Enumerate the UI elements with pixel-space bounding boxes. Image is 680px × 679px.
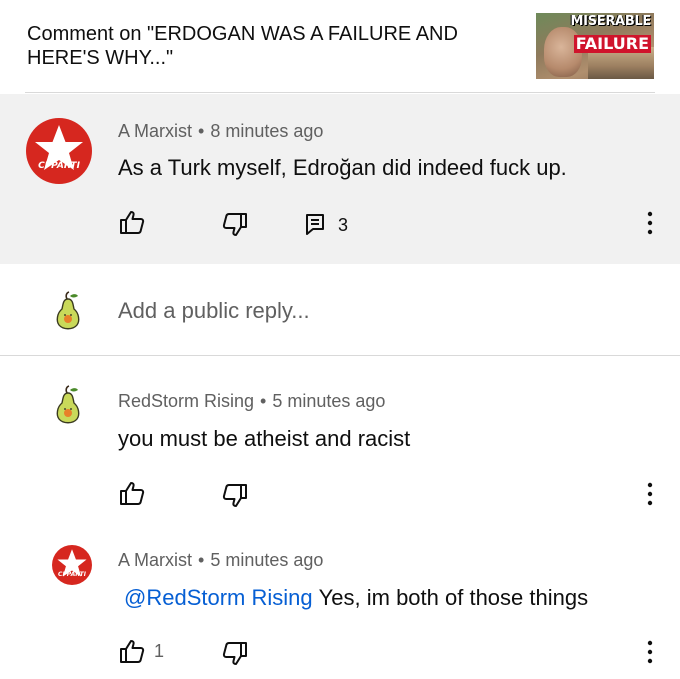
thumbnail-text-2: FAILURE (573, 34, 651, 53)
reply-meta: RedStorm Rising • 5 minutes ago (118, 391, 386, 411)
more-vert-icon[interactable] (647, 640, 653, 664)
thumbs-down-icon[interactable] (222, 212, 248, 238)
avatar-label: CI PARTI (38, 161, 80, 171)
reply-input[interactable]: Add a public reply... (118, 298, 310, 324)
avatar-label: CI PARTI (58, 571, 86, 578)
main-comment: CI PARTI A Marxist • 8 minutes ago As a Tu… (0, 94, 680, 264)
comment-text: As a Turk myself, Edroğan did indeed fuc… (118, 155, 567, 180)
mention-link[interactable]: @RedStorm Rising (124, 585, 313, 610)
reply-time: 5 minutes ago (210, 550, 324, 570)
header-divider (25, 92, 655, 93)
star-avatar-icon (35, 125, 83, 170)
more-vert-icon[interactable] (647, 482, 653, 506)
like-count: 1 (154, 641, 165, 661)
avatar[interactable]: CI PARTI (52, 545, 92, 585)
pear-avatar-icon[interactable] (53, 291, 83, 331)
reply-author[interactable]: A Marxist (118, 550, 192, 570)
video-thumbnail[interactable]: MISERABLE FAILURE (536, 13, 654, 79)
reply-divider (0, 355, 680, 356)
thumbs-up-icon[interactable] (119, 209, 145, 235)
pear-avatar-icon[interactable] (53, 385, 83, 425)
reply-author[interactable]: RedStorm Rising (118, 391, 254, 411)
reply-text: @RedStorm Rising Yes, im both of those th… (124, 585, 588, 611)
reply-icon[interactable] (303, 212, 329, 238)
reply-meta: A Marxist • 5 minutes ago (118, 550, 324, 570)
thumbs-down-icon[interactable] (222, 641, 248, 667)
reply-input-row (0, 264, 680, 356)
avatar[interactable]: CI PARTI (26, 118, 92, 184)
header-title: Comment on "ERDOGAN WAS A FAILURE AND HE… (27, 23, 458, 69)
reply-text-body: Yes, im both of those things (318, 585, 589, 610)
thumbs-down-icon[interactable] (222, 483, 248, 509)
comment-time: 8 minutes ago (210, 121, 324, 141)
reply-count[interactable]: 3 (338, 215, 348, 236)
reply-time: 5 minutes ago (272, 391, 386, 411)
thumbs-up-icon[interactable] (119, 638, 145, 664)
thumbs-up-icon[interactable] (119, 480, 145, 506)
star-avatar-icon (57, 549, 87, 577)
comment-author[interactable]: A Marxist (118, 121, 192, 141)
more-vert-icon[interactable] (647, 211, 653, 235)
thumbnail-text-1: MISERABLE (570, 14, 652, 29)
comment-header: Comment on "ERDOGAN WAS A FAILURE AND HE… (0, 0, 680, 94)
comment-meta: A Marxist • 8 minutes ago (118, 121, 324, 141)
reply-text: you must be atheist and racist (118, 426, 411, 451)
